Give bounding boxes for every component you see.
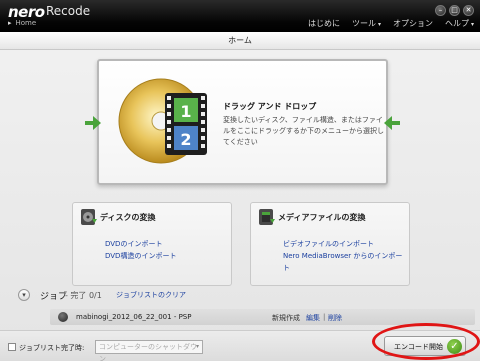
home-icon: ▸	[8, 19, 12, 27]
drop-zone-description: 変換したいディスク、ファイル構造、またはファイルをここにドラッグするか下のメニュ…	[223, 116, 384, 146]
after-job-action-select[interactable]: コンピューターのシャットダウン ▾	[95, 340, 203, 361]
minimize-icon[interactable]: –	[435, 5, 446, 16]
job-link-separator: |	[323, 313, 326, 321]
start-encode-label: エンコード開始	[394, 343, 443, 351]
clear-job-list-link[interactable]: ジョブリストのクリア	[116, 290, 186, 300]
checkmark-icon: ✓	[447, 339, 462, 354]
media-conversion-title: メディアファイルの変換	[278, 213, 366, 222]
media-convert-icon	[259, 209, 275, 225]
chevron-down-icon: ▾	[195, 343, 199, 350]
film-frame-2: 2	[180, 130, 191, 149]
close-icon[interactable]: ✕	[463, 5, 474, 16]
drop-zone[interactable]: 1 2 ドラッグ アンド ドロップ 変換したいディスク、ファイル構造、またはファ…	[97, 59, 388, 185]
menu-tools[interactable]: ツール ▾	[352, 18, 381, 29]
menu-getting-started[interactable]: はじめに	[308, 18, 340, 29]
media-conversion-links: ビデオファイルのインポート Nero MediaBrowser からのインポート	[283, 238, 409, 274]
job-name: mabinogi_2012_06_22_001 - PSP	[76, 313, 192, 321]
after-job-label: ジョブリスト完了時:	[19, 344, 85, 352]
chevron-down-icon: ▾	[377, 21, 381, 28]
menu-bar: はじめに ツール ▾ オプション ヘルプ ▾	[308, 18, 474, 29]
disc-conversion-card: ディスクの変換 DVDのインポート DVD構造のインポート	[72, 202, 232, 286]
menu-help[interactable]: ヘルプ ▾	[445, 18, 474, 29]
app-name: Recode	[46, 4, 91, 18]
arrow-left-icon	[384, 116, 400, 130]
breadcrumb-home[interactable]: Home	[16, 19, 37, 27]
import-mediabrowser-link[interactable]: Nero MediaBrowser からのインポート	[283, 250, 409, 274]
film-frame-1: 1	[180, 102, 191, 121]
chevron-down-icon: ▾	[470, 21, 474, 28]
window-controls: – □ ✕	[435, 5, 474, 16]
job-section-label: ジョブ	[40, 292, 68, 302]
media-conversion-card: メディアファイルの変換 ビデオファイルのインポート Nero MediaBrow…	[250, 202, 410, 286]
collapse-toggle-icon[interactable]: ▾	[18, 289, 30, 301]
start-encode-button[interactable]: エンコード開始 ✓	[384, 336, 466, 356]
menu-options[interactable]: オプション	[393, 18, 433, 29]
edit-job-link[interactable]: 編集	[306, 313, 320, 323]
main-panel: ホーム 1 2 ドラッグ アンド ドロップ 変換したいディスク、ファイル構造、ま…	[0, 32, 480, 361]
import-video-file-link[interactable]: ビデオファイルのインポート	[283, 238, 409, 250]
after-job-checkbox[interactable]	[8, 343, 16, 351]
delete-job-link[interactable]: 削除	[328, 313, 342, 323]
job-progress-status: - 完了 0/1	[65, 291, 102, 300]
breadcrumb[interactable]: ▸ Home	[8, 19, 36, 27]
job-status-icon	[58, 312, 68, 322]
import-dvd-structure-link[interactable]: DVD構造のインポート	[105, 250, 176, 262]
restore-icon[interactable]: □	[449, 5, 460, 16]
disc-film-icon: 1 2	[118, 78, 207, 164]
job-row[interactable]: mabinogi_2012_06_22_001 - PSP 新規作成 編集 | …	[50, 309, 475, 325]
after-job-select-value: コンピューターのシャットダウン	[99, 343, 197, 361]
job-state: 新規作成	[272, 314, 300, 322]
disc-conversion-title: ディスクの変換	[100, 213, 156, 222]
job-header: ▾ ジョブ - 完了 0/1 ジョブリストのクリア	[18, 289, 458, 303]
disc-convert-icon	[81, 209, 97, 225]
disc-conversion-links: DVDのインポート DVD構造のインポート	[105, 238, 176, 262]
footer-bar: ジョブリスト完了時: コンピューターのシャットダウン ▾ エンコード開始 ✓	[0, 330, 480, 361]
page-title: ホーム	[0, 32, 480, 50]
import-dvd-link[interactable]: DVDのインポート	[105, 238, 176, 250]
drop-zone-title: ドラッグ アンド ドロップ	[223, 102, 317, 111]
title-bar: nero Recode ▸ Home – □ ✕ はじめに ツール ▾ オプション …	[0, 0, 480, 32]
arrow-right-icon	[85, 116, 101, 130]
